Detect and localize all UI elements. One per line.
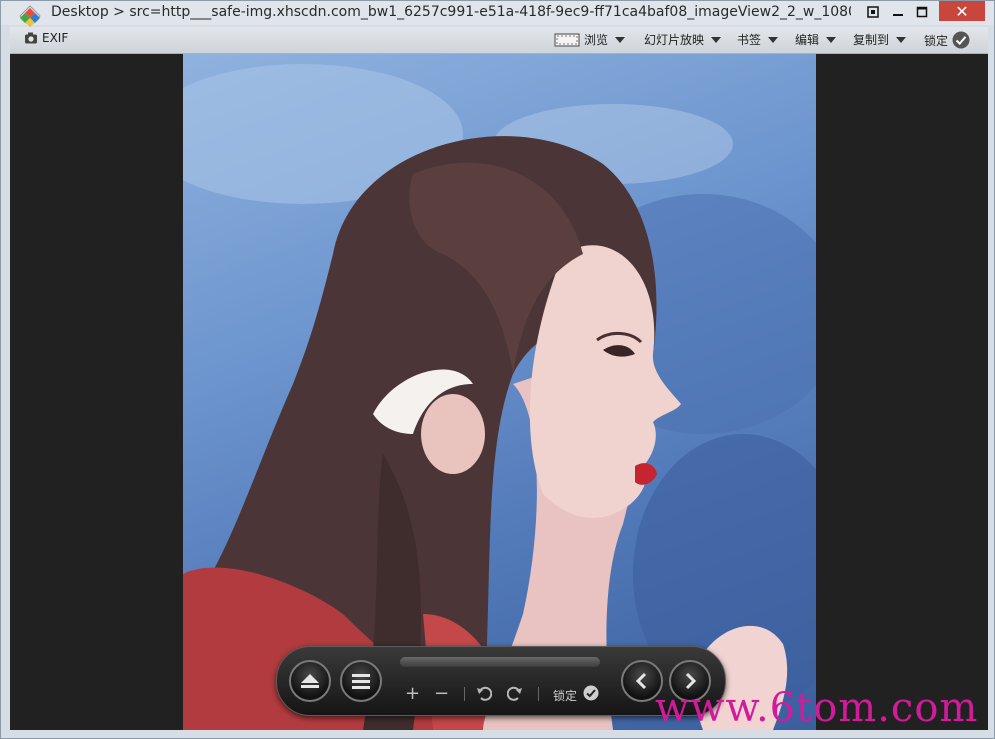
photo-illustration [183, 64, 816, 730]
exif-label: EXIF [42, 31, 69, 45]
edit-menu[interactable]: 编辑 [795, 31, 837, 48]
lock-label[interactable]: 锁定 [553, 687, 577, 704]
rotate-left-button[interactable] [476, 685, 492, 701]
app-logo-icon [19, 5, 41, 27]
toolbar: EXIF 浏览 幻灯片放映 书签 编辑 复制到 锁定 [10, 27, 988, 54]
exif-button[interactable]: EXIF [24, 31, 68, 45]
browse-label: 浏览 [584, 33, 609, 47]
plus-icon: + [405, 683, 421, 704]
lock-label: 锁定 [924, 33, 949, 48]
rotate-left-icon [477, 686, 492, 701]
close-button[interactable]: ✕ [939, 1, 985, 21]
divider [464, 687, 465, 701]
rotate-right-icon [507, 686, 522, 701]
eject-icon [301, 674, 319, 688]
camera-icon [25, 32, 37, 44]
chevron-down-icon [711, 36, 722, 43]
copy-to-menu[interactable]: 复制到 [853, 31, 907, 48]
chevron-down-icon [896, 36, 907, 43]
menu-icon [352, 674, 370, 689]
navigation-slider[interactable] [400, 657, 600, 667]
browse-menu[interactable]: 浏览 [554, 31, 626, 48]
slideshow-menu[interactable]: 幻灯片放映 [644, 31, 722, 48]
image-viewport[interactable] [10, 54, 988, 730]
bookmarks-label: 书签 [737, 33, 762, 47]
minus-icon: − [434, 683, 450, 704]
divider [538, 687, 539, 701]
chevron-down-icon [615, 36, 626, 43]
title-bar: Desktop > src=http___safe-img.xhscdn.com… [1, 1, 994, 27]
displayed-photo [183, 54, 816, 730]
chevron-left-icon [635, 672, 647, 690]
fullscreen-icon [867, 6, 879, 18]
status-strip [10, 730, 988, 738]
check-circle-icon [952, 31, 970, 49]
chevron-down-icon [826, 36, 837, 43]
slideshow-label: 幻灯片放映 [644, 33, 705, 47]
copy-to-label: 复制到 [853, 33, 890, 47]
maximize-button[interactable] [907, 1, 937, 23]
watermark-text: www.6tom.com [655, 685, 979, 731]
minimize-icon [893, 14, 903, 16]
rotate-right-button[interactable] [507, 685, 523, 701]
edit-label: 编辑 [795, 33, 820, 47]
check-circle-icon[interactable] [583, 685, 599, 701]
image-viewer-window: Desktop > src=http___safe-img.xhscdn.com… [0, 0, 995, 739]
bookmarks-menu[interactable]: 书签 [737, 31, 779, 48]
eject-button[interactable] [289, 660, 331, 702]
close-icon: ✕ [955, 1, 969, 21]
menu-button[interactable] [340, 660, 382, 702]
lock-toggle[interactable]: 锁定 [924, 31, 970, 49]
browse-icon [554, 33, 580, 46]
maximize-icon [916, 6, 928, 18]
window-title: Desktop > src=http___safe-img.xhscdn.com… [51, 4, 851, 20]
zoom-out-button[interactable]: − [434, 683, 449, 704]
zoom-in-button[interactable]: + [405, 683, 420, 704]
chevron-down-icon [768, 36, 779, 43]
